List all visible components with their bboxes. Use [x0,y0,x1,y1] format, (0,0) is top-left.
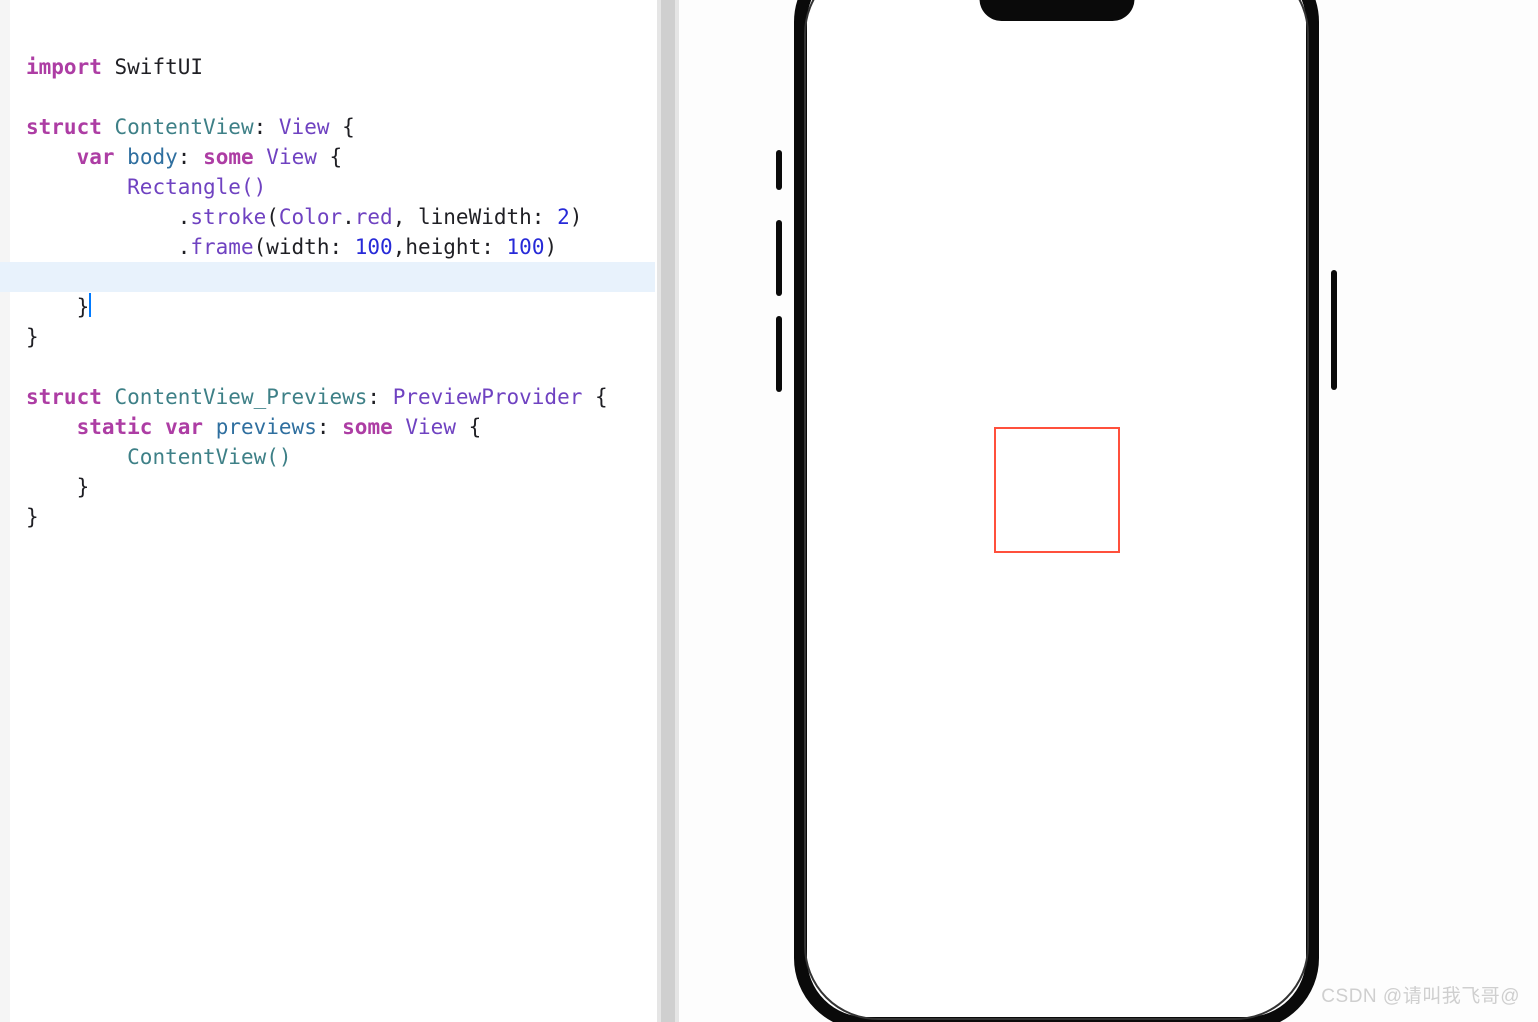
keyword-static: static [77,415,153,439]
type-view: View [279,115,330,139]
phone-power-button [1331,270,1337,390]
phone-screen[interactable] [807,0,1306,1017]
phone-volume-down [776,316,782,392]
ident-body: body [127,145,178,169]
call-contentview: ContentView() [127,445,291,469]
phone-mute-switch [776,150,782,190]
rendered-rectangle [994,427,1120,553]
keyword-var: var [77,145,115,169]
ident-previews: previews [216,415,317,439]
phone-volume-up [776,220,782,296]
source-code[interactable]: import SwiftUI struct ContentView: View … [8,22,657,562]
keyword-struct: struct [26,115,102,139]
method-stroke: stroke [190,205,266,229]
iphone-simulator[interactable] [794,0,1319,1022]
watermark-text: CSDN @请叫我飞哥@ [1321,981,1520,1008]
phone-frame [794,0,1319,1022]
keyword-some: some [203,145,254,169]
keyword-import: import [26,55,102,79]
preview-canvas[interactable] [679,0,1538,1022]
module-name: SwiftUI [115,55,204,79]
code-editor-pane[interactable]: import SwiftUI struct ContentView: View … [0,0,657,1022]
call-rectangle: Rectangle() [127,175,266,199]
type-previews: ContentView_Previews [115,385,368,409]
type-contentview: ContentView [115,115,254,139]
pane-divider[interactable] [657,0,679,1022]
method-frame: frame [190,235,253,259]
text-cursor [89,293,91,317]
